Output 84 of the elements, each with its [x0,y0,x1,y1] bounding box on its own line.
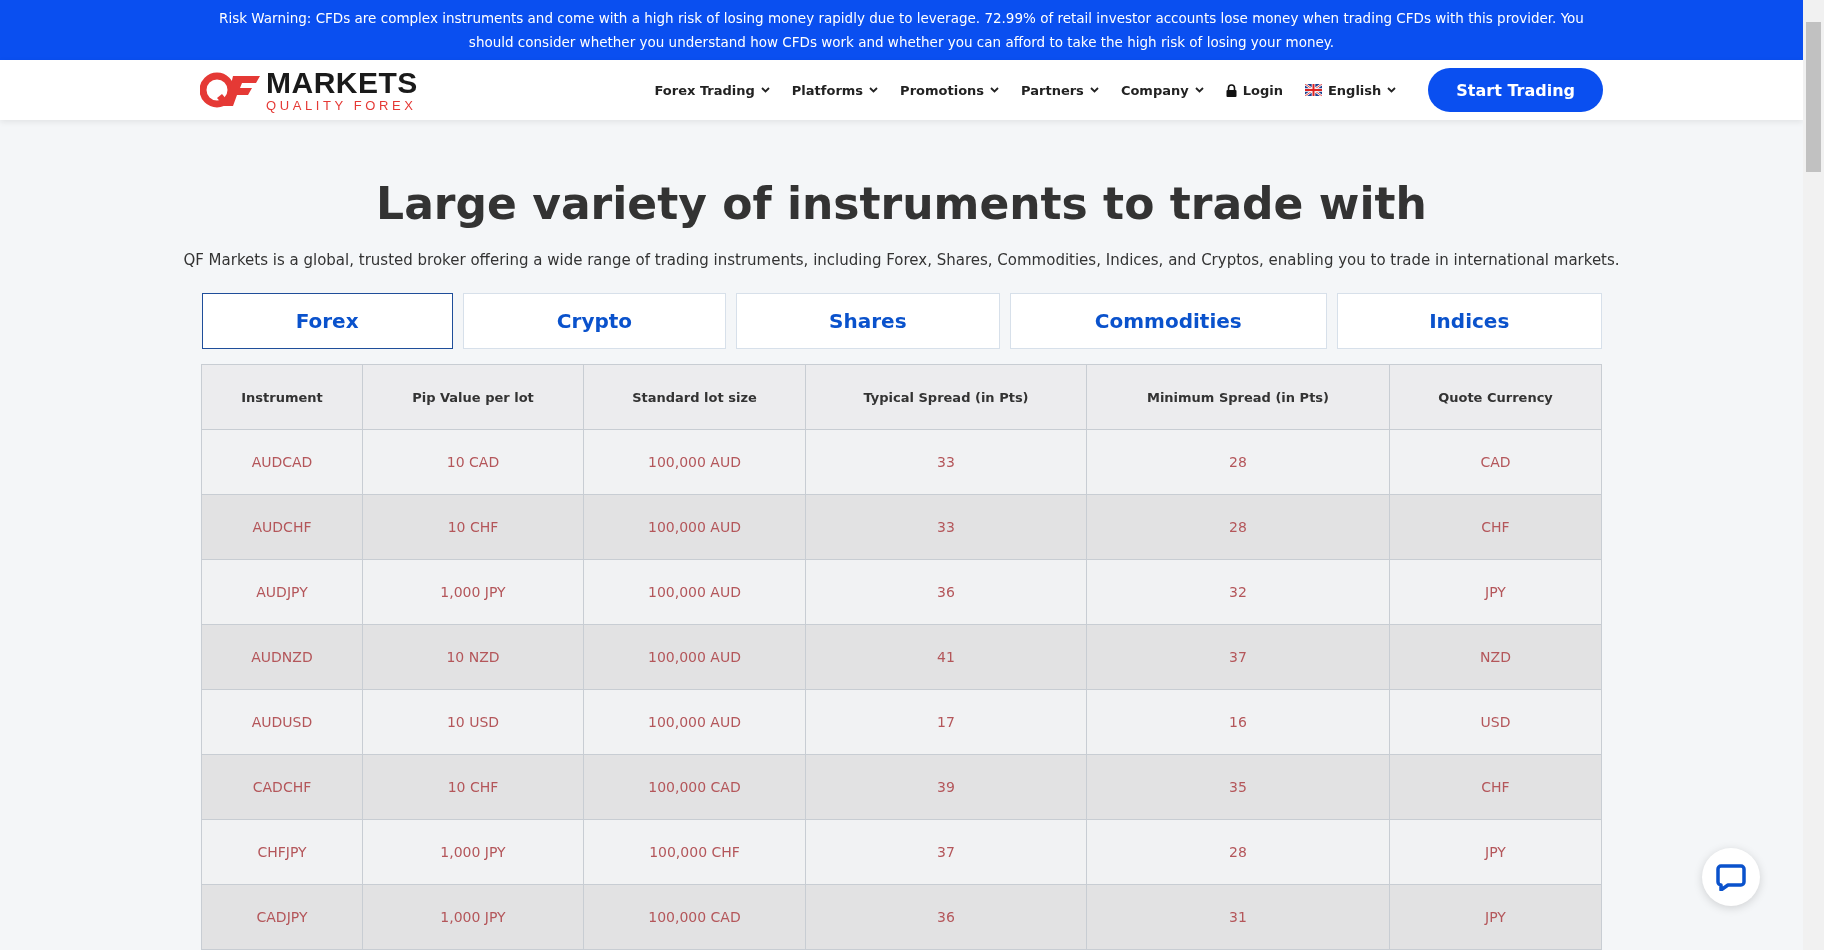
category-tab[interactable]: Indices [1337,293,1602,349]
column-header: Typical Spread (in Pts) [805,364,1087,430]
table-cell: 100,000 CAD [583,754,806,820]
table-cell: 28 [1086,494,1390,560]
table-cell: CAD [1389,429,1602,495]
table-cell: 10 USD [362,689,584,755]
category-tab[interactable]: Forex [201,293,453,349]
table-cell: 100,000 AUD [583,624,806,690]
nav-menu-item[interactable]: Promotions [900,82,1000,98]
language-selector[interactable]: English [1304,82,1397,98]
nav-menu-item[interactable]: Partners [1021,82,1099,98]
table-cell: 1,000 JPY [362,884,584,950]
logo-tagline: QUALITY FOREX [266,99,418,112]
table-cell: JPY [1389,819,1602,885]
lock-icon [1225,83,1237,97]
column-header: Minimum Spread (in Pts) [1086,364,1390,430]
table-cell: 17 [805,689,1087,755]
table-cell: AUDCHF [201,494,363,560]
column-header: Pip Value per lot [362,364,584,430]
login-link[interactable]: Login [1225,82,1283,98]
nav-menu-item[interactable]: Forex Trading [654,82,770,98]
column-header: Standard lot size [583,364,806,430]
table-cell: AUDUSD [201,689,363,755]
logo-icon [200,70,262,110]
column-header: Quote Currency [1389,364,1602,430]
table-cell: 10 NZD [362,624,584,690]
table-cell: 100,000 AUD [583,689,806,755]
table-cell: 10 CAD [362,429,584,495]
table-cell: 100,000 CHF [583,819,806,885]
table-cell: 37 [1086,624,1390,690]
chevron-down-icon [990,87,1000,93]
start-trading-button[interactable]: Start Trading [1428,68,1603,112]
chevron-down-icon [1089,87,1099,93]
chat-button[interactable] [1702,848,1760,906]
table-cell: USD [1389,689,1602,755]
table-cell: 1,000 JPY [362,559,584,625]
table-cell: AUDCAD [201,429,363,495]
table-cell: JPY [1389,559,1602,625]
table-cell: 31 [1086,884,1390,950]
table-cell: CADJPY [201,884,363,950]
table-cell: 32 [1086,559,1390,625]
page-heading: Large variety of instruments to trade with [376,178,1427,229]
table-cell: 33 [805,494,1087,560]
table-cell: CADCHF [201,754,363,820]
category-tab[interactable]: Commodities [1009,293,1327,349]
chevron-down-icon [1387,87,1397,93]
table-cell: 36 [805,559,1087,625]
table-cell: 100,000 AUD [583,559,806,625]
table-cell: AUDNZD [201,624,363,690]
table-cell: CHFJPY [201,819,363,885]
table-cell: 16 [1086,689,1390,755]
table-cell: JPY [1389,884,1602,950]
scrollbar[interactable] [1803,0,1824,950]
table-cell: CHF [1389,754,1602,820]
table-cell: 100,000 AUD [583,494,806,560]
column-header: Instrument [201,364,363,430]
category-tab[interactable]: Crypto [462,293,727,349]
intro-text: QF Markets is a global, trusted broker offering a wide range of trading instruments, including Forex, Shares, Commodities, Indices, and Cryptos, enabling you to trade in international markets. [183,251,1620,269]
table-cell: 28 [1086,429,1390,495]
table-cell: 39 [805,754,1087,820]
table-cell: 41 [805,624,1087,690]
logo-name: MARKETS [266,68,418,98]
table-cell: 100,000 CAD [583,884,806,950]
table-cell: 1,000 JPY [362,819,584,885]
table-cell: 37 [805,819,1087,885]
flag-icon [1304,84,1322,96]
nav-menu-item[interactable]: Company [1120,82,1204,98]
table-cell: AUDJPY [201,559,363,625]
table-cell: CHF [1389,494,1602,560]
chat-icon [1716,863,1746,891]
risk-warning-text: Risk Warning: CFDs are complex instruments and come with a high risk of losing money rapidly due to leverage. 72.99% of retail investor accounts lose money when trading CFDs with this provider. You should consider whether you understand how CFDs work and whether you can afford to take the high risk of losing your money. [0,0,1803,60]
table-cell: 33 [805,429,1087,495]
table-cell: 28 [1086,819,1390,885]
table-cell: 10 CHF [362,494,584,560]
table-cell: 35 [1086,754,1390,820]
chevron-down-icon [760,87,770,93]
category-tab[interactable]: Shares [736,293,1000,349]
table-cell: 10 CHF [362,754,584,820]
chevron-down-icon [1194,87,1204,93]
table-cell: 100,000 AUD [583,429,806,495]
chevron-down-icon [869,87,879,93]
table-cell: NZD [1389,624,1602,690]
table-cell: 36 [805,884,1087,950]
nav-menu-item[interactable]: Platforms [791,82,879,98]
